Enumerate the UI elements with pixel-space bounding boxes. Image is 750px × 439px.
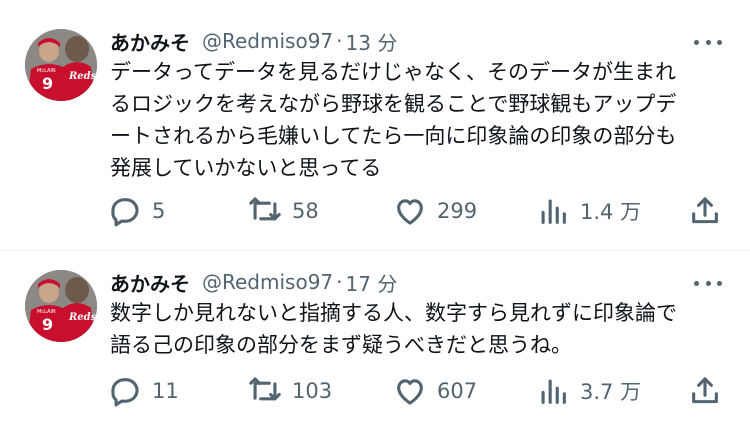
retweet-icon: [249, 377, 281, 401]
tweet-actions: 11 103 607 3.7 万: [0, 373, 750, 409]
tweet-time[interactable]: 13 分: [346, 27, 398, 56]
author-name[interactable]: あかみそ: [110, 268, 190, 297]
reply-count: 5: [152, 199, 166, 223]
separator-dot: ·: [336, 270, 343, 294]
heart-icon: [397, 199, 423, 225]
reply-icon: [111, 378, 139, 407]
views-count: 3.7 万: [580, 380, 642, 404]
views-chart-icon: [541, 379, 566, 404]
author-handle[interactable]: @Redmiso97: [202, 270, 333, 294]
avatar-jersey-number: 9: [42, 74, 53, 93]
avatar[interactable]: Reds McLAIN 9: [25, 29, 97, 101]
tweet[interactable]: Reds McLAIN 9 あかみそ @Redmiso97 · 13 分 データ…: [0, 0, 750, 250]
avatar[interactable]: Reds McLAIN 9: [25, 270, 97, 342]
views-button[interactable]: 3.7 万: [536, 373, 641, 409]
reply-button[interactable]: 11: [108, 373, 179, 409]
retweet-count: 103: [292, 379, 333, 403]
reply-button[interactable]: 5: [108, 193, 165, 229]
tweet-text-line: ートされるから毛嫌いしてたら一向に印象論の印象の部分も: [110, 124, 677, 148]
tweet-actions: 5 58 299 1.4 万: [0, 193, 750, 229]
tweet-time[interactable]: 17 分: [346, 268, 398, 297]
avatar-image: Reds McLAIN 9: [25, 270, 97, 342]
tweet-text: 数字しか見れないと指摘する人、数字すら見れずに印象論で 語る己の印象の部分をまず…: [110, 297, 730, 361]
avatar-jersey-number: 9: [42, 315, 53, 334]
like-button[interactable]: 607: [393, 373, 477, 409]
like-count: 299: [437, 199, 478, 223]
heart-icon: [397, 379, 423, 405]
views-button[interactable]: 1.4 万: [536, 193, 641, 229]
like-count: 607: [437, 379, 478, 403]
avatar-jersey-text: Reds: [68, 71, 97, 82]
tweet-text-line: 発展していかないと思ってる: [110, 156, 382, 180]
avatar-image: Reds McLAIN 9: [25, 29, 97, 101]
tweet-text-line: るロジックを考えながら野球を観ることで野球観もアップデ: [110, 92, 677, 116]
more-icon[interactable]: [694, 279, 722, 287]
tweet[interactable]: Reds McLAIN 9 あかみそ @Redmiso97 · 17 分 数字し…: [0, 251, 750, 439]
tweet-header: あかみそ @Redmiso97 · 13 分: [110, 26, 397, 56]
retweet-count: 58: [292, 199, 319, 223]
retweet-button[interactable]: 58: [248, 193, 319, 229]
more-icon[interactable]: [694, 38, 722, 46]
retweet-button[interactable]: 103: [248, 373, 332, 409]
share-icon: [692, 197, 718, 224]
share-button[interactable]: [688, 373, 722, 409]
share-button[interactable]: [688, 193, 722, 229]
tweet-text-line: データってデータを見るだけじゃなく、そのデータが生まれ: [110, 60, 676, 84]
separator-dot: ·: [336, 29, 343, 53]
reply-icon: [111, 198, 139, 227]
retweet-icon: [249, 197, 281, 221]
author-handle[interactable]: @Redmiso97: [202, 29, 333, 53]
avatar-jersey-text: Reds: [68, 312, 97, 323]
views-chart-icon: [541, 199, 566, 224]
tweet-text-line: 語る己の印象の部分をまず疑うべきだと思うね。: [110, 333, 572, 357]
tweet-header: あかみそ @Redmiso97 · 17 分: [110, 267, 397, 297]
tweet-text-line: 数字しか見れないと指摘する人、数字すら見れずに印象論で: [110, 301, 677, 325]
reply-count: 11: [152, 379, 179, 403]
views-count: 1.4 万: [580, 200, 642, 224]
share-icon: [692, 377, 718, 404]
tweet-text: データってデータを見るだけじゃなく、そのデータが生まれ るロジックを考えながら野…: [110, 56, 730, 184]
author-name[interactable]: あかみそ: [110, 27, 190, 56]
like-button[interactable]: 299: [393, 193, 477, 229]
